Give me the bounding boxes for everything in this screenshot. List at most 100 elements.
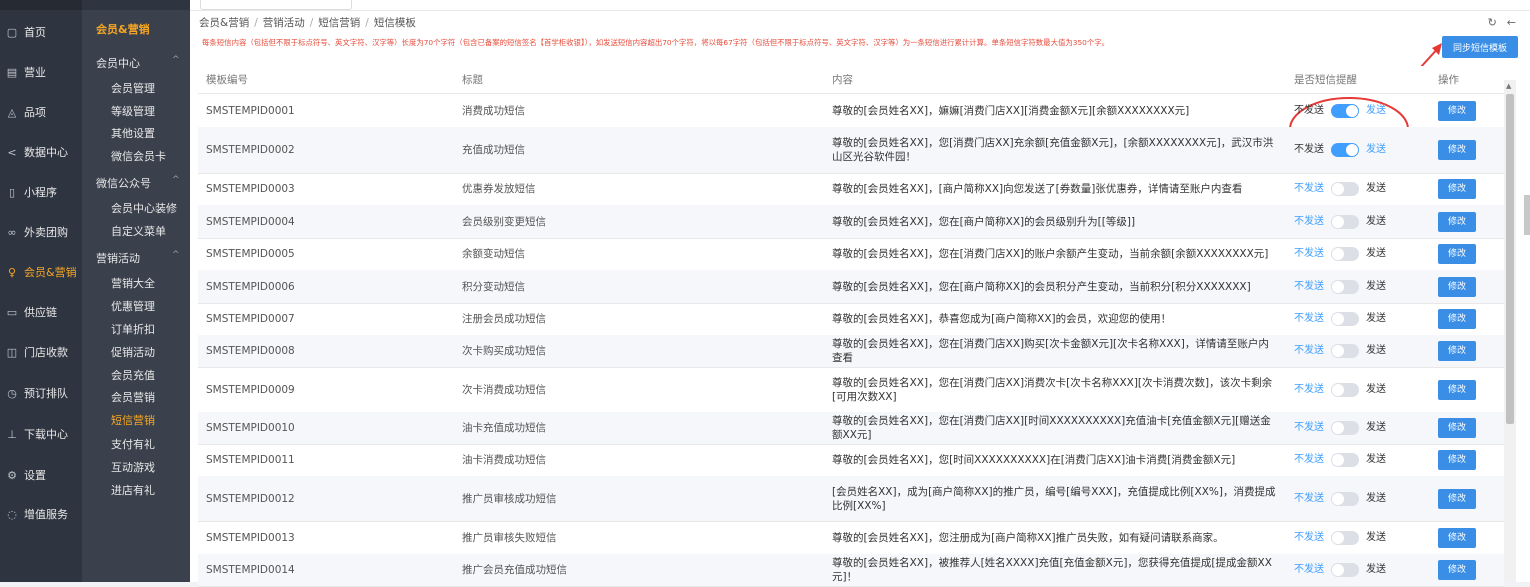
sub-nav-item[interactable]: 会员中心装修 xyxy=(111,200,177,216)
sub-nav-item[interactable]: 进店有礼 xyxy=(111,482,155,498)
edit-button[interactable]: 修改 xyxy=(1438,276,1476,297)
send-toggle-switch[interactable] xyxy=(1331,279,1359,294)
sub-nav-item[interactable]: 支付有礼 xyxy=(111,436,155,452)
sms-length-notice: 每条短信内容（包括但不限于标点符号、英文字符、汉字等）长度为70个字符（包含已备… xyxy=(202,38,1110,47)
breadcrumb-item[interactable]: 会员&营销 xyxy=(199,17,249,29)
sub-nav-item[interactable]: 订单折扣 xyxy=(111,321,155,337)
template-content-cell: 尊敬的[会员姓名XX]，嫲嫲[消费门店XX][消费金额X元][余额XXXXXXX… xyxy=(832,104,1190,117)
sub-nav-item[interactable]: 其他设置 xyxy=(111,125,155,141)
edit-button[interactable]: 修改 xyxy=(1438,488,1476,509)
nav-item-label: 设置 xyxy=(24,469,46,482)
send-toggle-switch[interactable] xyxy=(1331,344,1359,358)
sms-reminder-cell: 不发送 发送 xyxy=(1286,476,1430,521)
sub-nav-group[interactable]: 会员中心 ^ xyxy=(96,55,180,71)
send-toggle-switch[interactable] xyxy=(1331,382,1359,397)
sub-nav-item[interactable]: 会员营销 xyxy=(111,389,155,405)
sub-nav-item-label: 优惠管理 xyxy=(111,300,155,313)
scrollbar-thumb[interactable] xyxy=(1506,94,1514,424)
sms-reminder-cell: 不发送 发送 xyxy=(1286,335,1430,367)
sub-nav-item[interactable]: 营销大全 xyxy=(111,275,155,291)
send-toggle-switch[interactable] xyxy=(1331,312,1359,326)
nav-item-label: 营业 xyxy=(24,66,46,79)
nav-item[interactable]: ▢ 首页 xyxy=(0,20,82,44)
sub-nav-item-label: 自定义菜单 xyxy=(111,225,166,238)
template-id-cell: SMSTEMPID0006 xyxy=(206,280,295,293)
sub-nav-group-label: 会员中心 xyxy=(96,57,140,70)
sub-nav-item[interactable]: 短信营销 xyxy=(111,412,155,428)
nav-item[interactable]: ◌ 增值服务 xyxy=(0,502,82,526)
sms-reminder-cell: 不发送 发送 xyxy=(1286,205,1430,238)
sub-nav-item[interactable]: 微信会员卡 xyxy=(111,148,166,164)
sync-sms-template-button[interactable]: 同步短信模板 xyxy=(1442,36,1518,58)
sub-nav-group[interactable]: 微信公众号 ^ xyxy=(96,175,180,191)
edit-button[interactable]: 修改 xyxy=(1438,450,1476,470)
send-toggle-switch[interactable] xyxy=(1331,421,1359,435)
breadcrumb-item[interactable]: 短信营销 xyxy=(318,17,360,29)
nav-item[interactable]: ▯ 小程序 xyxy=(0,180,82,204)
sms-reminder-cell: 不发送 发送 xyxy=(1286,554,1430,586)
table-header: 模板编号 标题 内容 是否短信提醒 操作 xyxy=(198,66,1504,94)
top-tab-strip xyxy=(190,0,1530,11)
page-scrollbar-thumb[interactable] xyxy=(1524,195,1530,235)
sub-nav-title: 会员&营销 xyxy=(96,21,150,37)
edit-button[interactable]: 修改 xyxy=(1438,341,1476,361)
edit-button[interactable]: 修改 xyxy=(1438,527,1476,548)
send-toggle-switch[interactable] xyxy=(1331,453,1359,467)
nav-item[interactable]: ◬ 品项 xyxy=(0,100,82,124)
toggle-knob xyxy=(1332,313,1344,325)
edit-button[interactable]: 修改 xyxy=(1438,379,1476,400)
send-toggle-switch[interactable] xyxy=(1331,530,1359,545)
breadcrumb-separator: / xyxy=(365,17,369,29)
send-toggle-switch[interactable] xyxy=(1331,491,1359,506)
sub-nav-item[interactable]: 优惠管理 xyxy=(111,298,155,314)
nav-item[interactable]: ▤ 营业 xyxy=(0,60,82,84)
template-content-cell: 尊敬的[会员姓名XX]，您在[消费门店XX][时间XXXXXXXXXX]充值油卡… xyxy=(832,415,1271,441)
sms-reminder-cell: 不发送 发送 xyxy=(1286,412,1430,444)
send-toggle-switch[interactable] xyxy=(1331,182,1359,196)
nav-item[interactable]: ♀ 会员&营销 xyxy=(0,260,82,284)
sub-nav-item[interactable]: 等级管理 xyxy=(111,103,155,119)
scroll-up-icon[interactable]: ▲ xyxy=(1506,82,1511,90)
sub-nav-item[interactable]: 会员充值 xyxy=(111,367,155,383)
edit-button[interactable]: 修改 xyxy=(1438,244,1476,264)
back-arrow-icon[interactable]: ← xyxy=(1507,16,1516,29)
refresh-icon[interactable]: ↻ xyxy=(1488,16,1497,29)
top-tab[interactable] xyxy=(200,0,352,10)
sms-reminder-cell: 不发送 发送 xyxy=(1286,303,1430,335)
breadcrumb-separator: / xyxy=(309,17,314,29)
nav-item[interactable]: ▭ 供应链 xyxy=(0,300,82,324)
toggle-knob xyxy=(1332,531,1344,544)
edit-button[interactable]: 修改 xyxy=(1438,418,1476,438)
sub-nav-group[interactable]: 营销活动 ^ xyxy=(96,250,180,266)
send-toggle-switch[interactable] xyxy=(1331,563,1359,577)
send-label: 发送 xyxy=(1366,280,1386,292)
template-content-cell: 尊敬的[会员姓名XX]，您在[商户简称XX]的会员积分产生变动，当前积分[积分X… xyxy=(832,280,1251,293)
clock-icon: ◷ xyxy=(7,386,17,400)
sub-nav-item[interactable]: 会员管理 xyxy=(111,80,155,96)
sub-nav-item[interactable]: 互动游戏 xyxy=(111,459,155,475)
nav-item[interactable]: ◫ 门店收款 xyxy=(0,340,82,364)
edit-button[interactable]: 修改 xyxy=(1438,560,1476,580)
send-toggle-switch[interactable] xyxy=(1331,214,1359,229)
edit-button[interactable]: 修改 xyxy=(1438,309,1476,329)
table-scrollbar[interactable]: ▲ xyxy=(1504,80,1516,582)
header-content: 内容 xyxy=(832,73,853,86)
sub-nav-item[interactable]: 促销活动 xyxy=(111,344,155,360)
actions-cell: 修改 xyxy=(1430,476,1504,521)
breadcrumb-item[interactable]: 营销活动 xyxy=(263,17,305,29)
nav-item[interactable]: ∞ 外卖团购 xyxy=(0,220,82,244)
nav-item[interactable]: ⊥ 下载中心 xyxy=(0,422,82,446)
send-toggle-switch[interactable] xyxy=(1331,143,1359,157)
nav-item[interactable]: ◷ 预订排队 xyxy=(0,381,82,405)
sub-nav-item[interactable]: 自定义菜单 xyxy=(111,223,166,239)
edit-button[interactable]: 修改 xyxy=(1438,211,1476,232)
nav-item[interactable]: < 数据中心 xyxy=(0,140,82,164)
send-toggle-switch[interactable] xyxy=(1331,103,1359,118)
toggle-knob xyxy=(1332,248,1344,260)
edit-button[interactable]: 修改 xyxy=(1438,140,1476,160)
nav-item-label: 会员&营销 xyxy=(24,266,77,279)
edit-button[interactable]: 修改 xyxy=(1438,100,1476,121)
nav-item[interactable]: ⚙ 设置 xyxy=(0,463,82,487)
edit-button[interactable]: 修改 xyxy=(1438,179,1476,199)
send-toggle-switch[interactable] xyxy=(1331,247,1359,261)
